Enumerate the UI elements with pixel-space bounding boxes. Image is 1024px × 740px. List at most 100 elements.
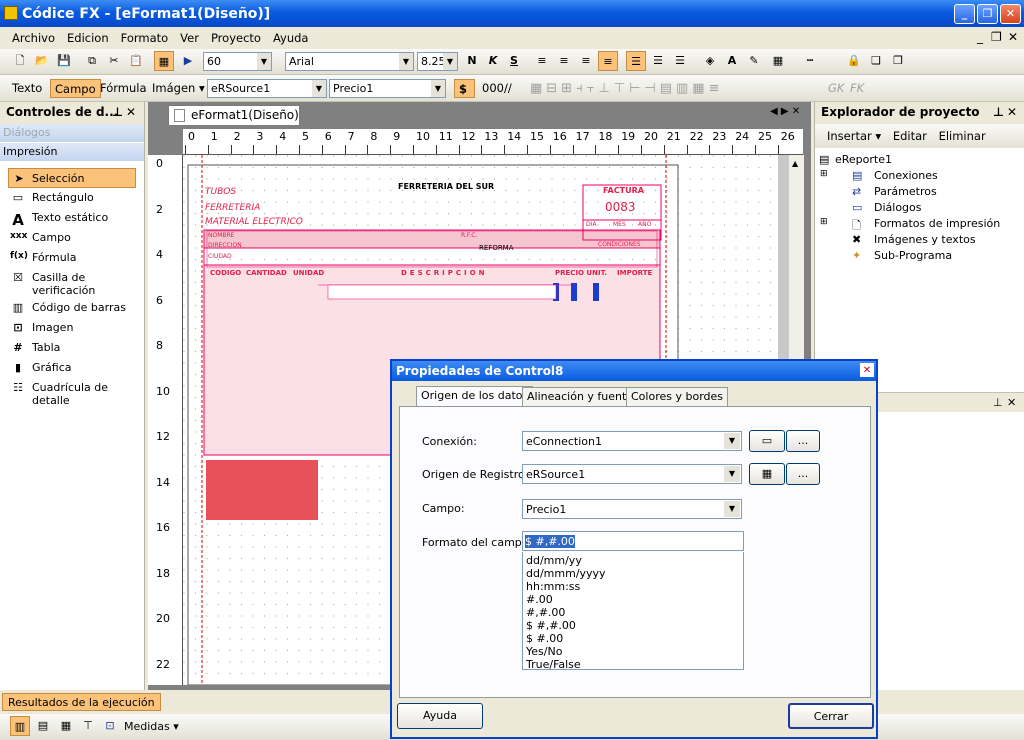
tool-tabla[interactable]: # Tabla (0, 338, 144, 358)
formato-input[interactable]: $ #,#.00 (522, 531, 744, 551)
view-grid-icon[interactable]: ▥ (10, 716, 30, 736)
line-color-icon[interactable]: ✎ (744, 51, 764, 71)
font-select[interactable]: Arial ▼ (285, 52, 414, 71)
menu-ayuda[interactable]: Ayuda (267, 31, 315, 45)
format-option[interactable]: Yes/No (523, 645, 743, 658)
imagen-button[interactable]: Imágen ▾ (148, 79, 209, 98)
page-setup-icon[interactable]: ▦ (154, 51, 174, 71)
pin-icon[interactable]: ⊥ (993, 396, 1003, 409)
underline-button[interactable]: S (504, 51, 524, 71)
expand-icon[interactable]: ⊞ (820, 169, 828, 179)
menu-proyecto[interactable]: Proyecto (205, 31, 267, 45)
recordsource-icon-button[interactable]: ▦ (749, 463, 785, 485)
italic-button[interactable]: K (483, 51, 503, 71)
campo-button[interactable]: Campo (50, 79, 101, 98)
format-option[interactable]: hh:mm:ss (523, 580, 743, 593)
justify-icon[interactable]: ≡ (598, 51, 618, 71)
save-icon[interactable]: 💾 (54, 51, 74, 71)
texto-button[interactable]: Texto (8, 79, 46, 98)
valign-middle-icon[interactable]: ☰ (648, 51, 668, 71)
valign-bottom-icon[interactable]: ☰ (670, 51, 690, 71)
pin-icon[interactable]: ⊥ (993, 105, 1004, 119)
menu-ver[interactable]: Ver (174, 31, 205, 45)
tool-formula[interactable]: f(x) Fórmula (0, 248, 144, 268)
tool-campo[interactable]: xxx Campo (0, 228, 144, 248)
bring-front-icon[interactable]: ❏ (866, 51, 886, 71)
align-right-icon[interactable]: ≡ (576, 51, 596, 71)
lock-icon[interactable]: 🔒 (844, 51, 864, 71)
restore-button[interactable]: ❐ (977, 4, 998, 24)
tool-cuadricula[interactable]: ☷ Cuadrícula de detalle (0, 378, 144, 408)
view-columns-icon[interactable]: ▦ (56, 716, 76, 736)
origen-select[interactable]: eRSource1 ▼ (522, 464, 742, 484)
conexion-select[interactable]: eConnection1 ▼ (522, 431, 742, 451)
bold-button[interactable]: N (462, 51, 482, 71)
tab-origen-datos[interactable]: Origen de los datos (416, 386, 534, 407)
mdi-close-icon[interactable]: ✕ (1008, 30, 1018, 44)
tree-dialogos[interactable]: ▭ Diálogos (815, 201, 1024, 217)
currency-button[interactable]: $ (454, 79, 475, 98)
tool-imagen[interactable]: ⊡ Imagen (0, 318, 144, 338)
tool-rectangulo[interactable]: ▭ Rectángulo (0, 188, 144, 208)
tab-eformat1[interactable]: eFormat1(Diseño) (168, 105, 300, 125)
tab-alineacion-fuente[interactable]: Alineación y fuente (522, 387, 639, 406)
campo-select[interactable]: Precio1 ▼ (522, 499, 742, 519)
tool-grafica[interactable]: ▮ Gráfica (0, 358, 144, 378)
tree-imagenes[interactable]: ✖ Imágenes y textos (815, 233, 1024, 249)
section-impresion[interactable]: Impresión (0, 143, 144, 162)
conexion-ellipsis-button[interactable]: ... (786, 430, 820, 452)
measures-button[interactable]: Medidas ▾ (124, 720, 179, 733)
view-table-icon[interactable]: ⊤ (78, 716, 98, 736)
view-image-icon[interactable]: ⊡ (100, 716, 120, 736)
editar-button[interactable]: Editar (893, 129, 927, 143)
tree-formatos[interactable]: ⊞ 🗋 Formatos de impresión (815, 217, 1024, 233)
zoom-select[interactable]: 60 ▼ (203, 52, 272, 71)
play-icon[interactable]: ▶ (178, 51, 198, 71)
date-format-button[interactable]: // (500, 79, 516, 98)
close-button[interactable]: ✕ (1000, 4, 1021, 24)
font-size-select[interactable]: 8.25 ▼ (417, 52, 458, 71)
pin-icon[interactable]: ⊥ (112, 105, 123, 119)
fk-button[interactable]: FK (846, 79, 868, 98)
panel-close-icon[interactable]: ✕ (1007, 105, 1017, 119)
paste-icon[interactable]: 📋 (126, 51, 146, 71)
tool-codigo-barras[interactable]: ▥ Código de barras (0, 298, 144, 318)
tab-nav-icons[interactable]: ◀ ▶ ✕ (770, 106, 800, 117)
section-dialogos[interactable]: Diálogos (0, 124, 144, 143)
dialog-close-icon[interactable]: ✕ (860, 363, 874, 377)
align-left-icon[interactable]: ≡ (532, 51, 552, 71)
tab-colores-bordes[interactable]: Colores y bordes (626, 387, 729, 406)
tool-texto[interactable]: A Texto estático (0, 208, 144, 229)
align-center-icon[interactable]: ≡ (554, 51, 574, 71)
menu-archivo[interactable]: Archivo (6, 31, 61, 45)
font-color-icon[interactable]: A (722, 51, 742, 71)
format-option[interactable]: $ #.00 (523, 632, 743, 645)
panel-close-icon[interactable]: ✕ (126, 105, 136, 119)
fill-color-icon[interactable]: ◈ (700, 51, 720, 71)
send-back-icon[interactable]: ❐ (888, 51, 908, 71)
tool-casilla[interactable]: ☒ Casilla de verificación (0, 268, 144, 298)
results-tab[interactable]: Resultados de la ejecución (2, 693, 161, 711)
format-option[interactable]: #,#.00 (523, 606, 743, 619)
mdi-restore-icon[interactable]: ❐ (991, 30, 1002, 44)
borders-icon[interactable]: ▦ (768, 51, 788, 71)
new-icon[interactable]: 🗋 (10, 51, 30, 71)
source-select[interactable]: eRSource1 ▼ (207, 79, 327, 98)
formula-button[interactable]: Fórmula (96, 79, 151, 98)
menu-formato[interactable]: Formato (115, 31, 175, 45)
line-style-icon[interactable]: ┅ (800, 51, 820, 71)
cerrar-button[interactable]: Cerrar (788, 703, 874, 729)
format-option[interactable]: $ #,#.00 (523, 619, 743, 632)
tree-root[interactable]: ▤ eReporte1 (815, 153, 1024, 169)
cut-icon[interactable]: ✂ (104, 51, 124, 71)
tool-seleccion[interactable]: ➤ Selección (8, 168, 136, 188)
connection-icon-button[interactable]: ▭ (749, 430, 785, 452)
tree-parametros[interactable]: ⇄ Parámetros (815, 185, 1024, 201)
help-button[interactable]: Ayuda (397, 703, 483, 729)
gk-button[interactable]: GK (824, 79, 848, 98)
origen-ellipsis-button[interactable]: ... (786, 463, 820, 485)
expand-icon[interactable]: ⊞ (820, 217, 828, 227)
scroll-up-icon[interactable]: ▲ (792, 159, 798, 168)
panel-close-icon[interactable]: ✕ (1007, 396, 1016, 409)
copy-icon[interactable]: ⧉ (82, 51, 102, 71)
